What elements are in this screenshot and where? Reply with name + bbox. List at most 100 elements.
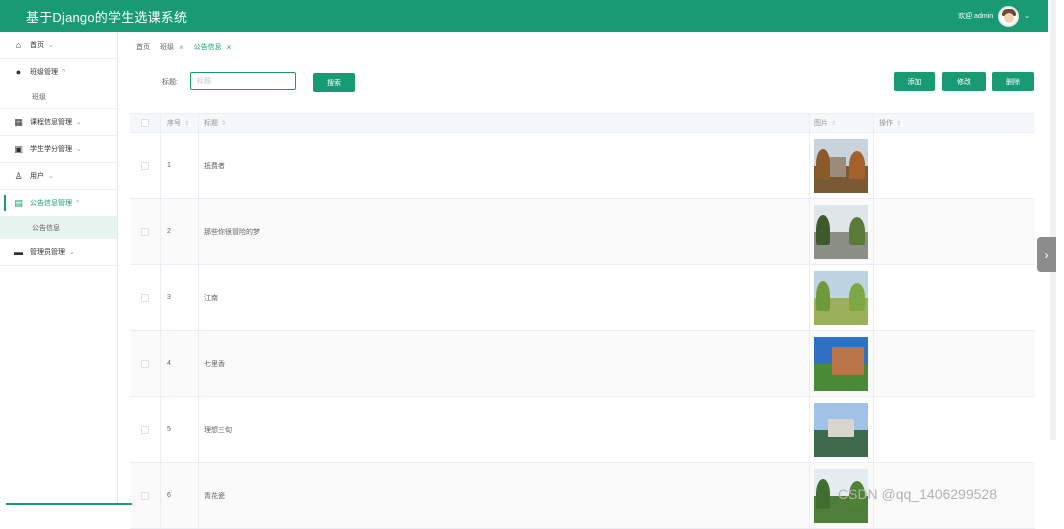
class-icon: ● <box>15 67 22 77</box>
row-title: 江南 <box>204 294 218 302</box>
table-row[interactable]: 4 七里香 <box>130 331 1035 397</box>
tab-bar: 首页 班级 × 公告信息 × <box>136 40 231 54</box>
welcome-text: 欢迎 admin <box>958 13 994 20</box>
sidebar-item-label: 首页 <box>30 42 44 49</box>
progress-line <box>6 503 132 505</box>
sidebar-item-label: 用户 <box>30 173 44 180</box>
row-checkbox[interactable] <box>141 161 149 170</box>
chevron-up-icon: ^ <box>76 199 80 207</box>
table-row[interactable]: 3 江南 <box>130 265 1035 331</box>
tab-home[interactable]: 首页 <box>136 42 150 52</box>
user-icon: ♙ <box>14 170 23 181</box>
row-title: 理想三旬 <box>204 426 232 434</box>
table-row[interactable]: 2 那些你很冒险的梦 <box>130 199 1035 265</box>
header-label: 序号 <box>167 120 181 127</box>
sort-icon[interactable]: ⇕ <box>221 120 226 127</box>
select-all-checkbox[interactable] <box>141 119 149 127</box>
header-title[interactable]: 标题 ⇕ <box>199 114 810 132</box>
tab-label: 首页 <box>136 44 150 51</box>
row-index: 5 <box>167 426 171 433</box>
add-button[interactable]: 添加 <box>894 72 935 91</box>
header-label: 操作 <box>879 120 893 127</box>
campus-photo-thumbnail[interactable] <box>814 270 868 325</box>
sidebar-item-class-management[interactable]: ● 班级管理 ^ <box>0 59 117 85</box>
title-search-input[interactable] <box>190 72 296 90</box>
row-title: 抵费者 <box>204 162 225 170</box>
grid-icon: ▦ <box>14 116 23 127</box>
sort-icon[interactable]: ⇕ <box>896 120 901 127</box>
row-title: 那些你很冒险的梦 <box>204 228 260 236</box>
sidebar-item-users[interactable]: ♙ 用户 ⌄ <box>0 163 117 189</box>
delete-button[interactable]: 删除 <box>992 72 1034 91</box>
row-checkbox[interactable] <box>141 293 149 302</box>
tab-notice[interactable]: 公告信息 × <box>194 42 232 52</box>
top-header-bar: 基于Django的学生选课系统 欢迎 admin ⌄ <box>0 0 1048 32</box>
chevron-down-icon: ⌄ <box>76 146 82 153</box>
home-icon: ⌂ <box>15 40 22 50</box>
header-index[interactable]: 序号 ⇕ <box>161 114 199 132</box>
chevron-down-icon: ⌄ <box>76 119 82 126</box>
sidebar-item-admin-management[interactable]: ▬ 管理员管理 ⌄ <box>0 239 117 265</box>
header-image[interactable]: 图片 ⇕ <box>810 114 874 132</box>
sidebar-item-credit-management[interactable]: ▣ 学生学分管理 ⌄ <box>0 136 117 162</box>
sort-icon[interactable]: ⇕ <box>184 120 189 127</box>
select-all-cell <box>130 114 161 132</box>
sidebar-item-label: 班级 <box>32 93 46 101</box>
table-row[interactable]: 5 理想三旬 <box>130 397 1035 463</box>
app-title: 基于Django的学生选课系统 <box>26 9 188 25</box>
sidebar-subitem-class[interactable]: 班级 <box>0 85 117 108</box>
row-index: 6 <box>167 492 171 499</box>
campus-photo-thumbnail[interactable] <box>814 138 868 193</box>
book-icon: ▣ <box>14 143 23 154</box>
tab-label: 公告信息 <box>193 44 222 51</box>
watermark-text: CSDN @qq_1406299528 <box>838 486 997 502</box>
sidebar-item-label: 班级管理 <box>30 69 58 76</box>
row-index: 3 <box>167 294 171 301</box>
chevron-down-icon: ⌄ <box>48 42 54 49</box>
sidebar-item-course-management[interactable]: ▦ 课程信息管理 ⌄ <box>0 109 117 135</box>
admin-icon: ▬ <box>14 247 23 257</box>
close-icon[interactable]: × <box>179 43 184 52</box>
row-checkbox[interactable] <box>141 425 149 434</box>
table-row[interactable]: 1 抵费者 <box>130 133 1035 199</box>
page-scrollbar[interactable] <box>1050 0 1056 440</box>
row-checkbox[interactable] <box>141 491 149 500</box>
row-title: 青花瓷 <box>204 492 225 500</box>
row-title: 七里香 <box>204 360 225 368</box>
sidebar-item-home[interactable]: ⌂ 首页 ⌄ <box>0 32 117 58</box>
sidebar-subitem-notice[interactable]: 公告信息 <box>0 216 117 239</box>
notice-icon: ▤ <box>14 197 23 208</box>
header-label: 标题 <box>204 120 218 127</box>
sidebar-item-label: 公告信息管理 <box>30 200 72 207</box>
sidebar-item-label: 管理员管理 <box>30 249 65 256</box>
chevron-up-icon: ^ <box>62 68 66 76</box>
avatar[interactable] <box>998 5 1020 27</box>
chevron-down-icon: ⌄ <box>48 173 54 180</box>
row-checkbox[interactable] <box>141 359 149 368</box>
header-actions[interactable]: 操作 ⇕ <box>874 114 1035 132</box>
sidebar-item-label: 课程信息管理 <box>30 119 72 126</box>
row-index: 4 <box>167 360 171 367</box>
sidebar: ⌂ 首页 ⌄ ● 班级管理 ^ 班级 ▦ 课程信息管理 ⌄ ▣ 学生学分管理 ⌄… <box>0 32 118 504</box>
header-label: 图片 <box>814 120 828 127</box>
campus-photo-thumbnail[interactable] <box>814 402 868 457</box>
search-button[interactable]: 搜索 <box>313 73 355 92</box>
sort-icon[interactable]: ⇕ <box>831 120 836 127</box>
sidebar-item-notice-management[interactable]: ▤ 公告信息管理 ^ <box>0 190 117 216</box>
tab-label: 班级 <box>160 44 174 51</box>
search-label: 标题: <box>162 79 178 86</box>
campus-photo-thumbnail[interactable] <box>814 336 868 391</box>
notice-table: 序号 ⇕ 标题 ⇕ 图片 ⇕ 操作 ⇕ 1 抵费者 2 那些你很冒险的梦 3 江南 <box>130 113 1035 529</box>
sidebar-item-label: 学生学分管理 <box>30 146 72 153</box>
chevron-right-icon[interactable]: › <box>1037 237 1056 272</box>
chevron-down-icon[interactable]: ⌄ <box>1024 12 1030 20</box>
campus-photo-thumbnail[interactable] <box>814 204 868 259</box>
row-checkbox[interactable] <box>141 227 149 236</box>
close-icon[interactable]: × <box>227 43 232 52</box>
user-menu[interactable]: 欢迎 admin ⌄ <box>958 5 1030 27</box>
table-header: 序号 ⇕ 标题 ⇕ 图片 ⇕ 操作 ⇕ <box>130 114 1035 133</box>
edit-button[interactable]: 修改 <box>942 72 986 91</box>
sidebar-item-label: 公告信息 <box>32 224 60 232</box>
tab-class[interactable]: 班级 × <box>160 42 184 52</box>
row-index: 1 <box>167 162 171 169</box>
